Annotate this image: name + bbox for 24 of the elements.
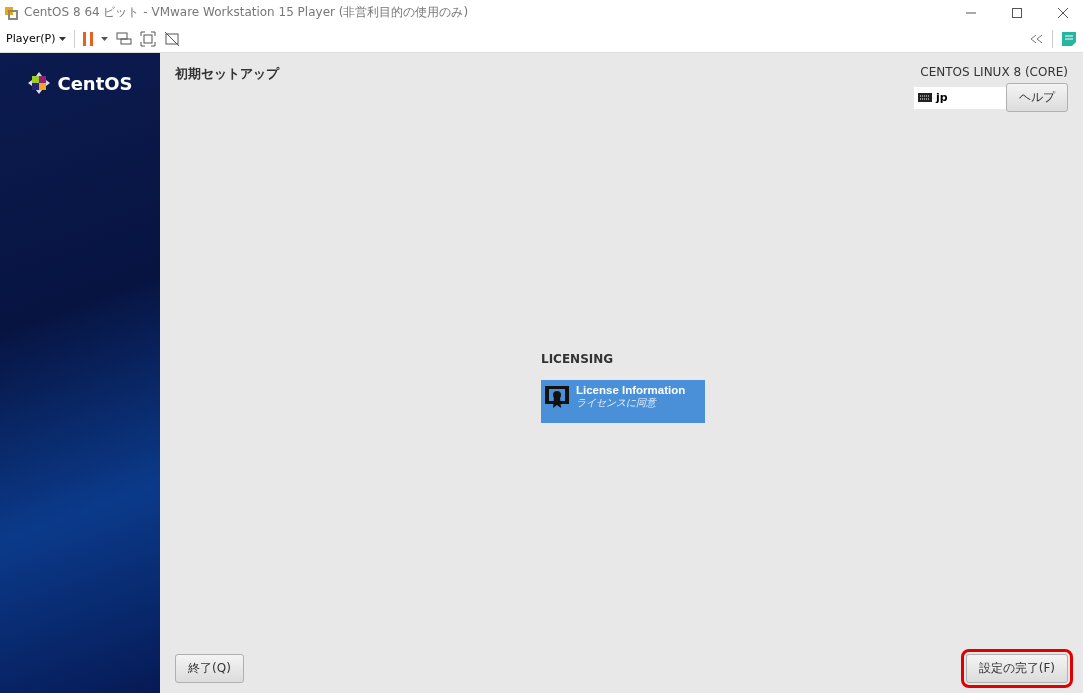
maximize-icon[interactable] [1012, 7, 1022, 18]
keyboard-icon [918, 93, 932, 102]
centos-logo-icon [27, 71, 52, 95]
caret-icon[interactable] [101, 36, 109, 41]
product-name: CENTOS LINUX 8 (CORE) [920, 65, 1068, 79]
collapse-icon[interactable] [1030, 34, 1044, 43]
keyboard-layout-indicator[interactable]: jp [914, 86, 1006, 109]
close-icon[interactable] [1058, 7, 1068, 18]
page-title: 初期セットアップ [175, 65, 279, 83]
pause-icon[interactable] [83, 31, 94, 46]
section-heading: LICENSING [541, 352, 614, 366]
fullscreen-icon[interactable] [140, 30, 157, 47]
vmware-logo-icon [4, 5, 18, 20]
certificate-icon [544, 384, 570, 410]
window-title: CentOS 8 64 ビット - VMware Workstation 15 Player (非営利目的の使用のみ) [24, 4, 470, 21]
spoke-status: ライセンスに同意 [576, 396, 658, 410]
note-icon[interactable] [1061, 30, 1077, 47]
help-button[interactable]: ヘルプ [1006, 83, 1068, 112]
keyboard-layout-text: jp [936, 91, 948, 104]
quit-button[interactable]: 終了(Q) [175, 654, 244, 683]
player-menu[interactable]: Player(P) [6, 32, 67, 45]
spoke-title: License Information [576, 384, 686, 396]
logo-text: CentOS [57, 72, 133, 94]
caret-icon [59, 36, 67, 41]
